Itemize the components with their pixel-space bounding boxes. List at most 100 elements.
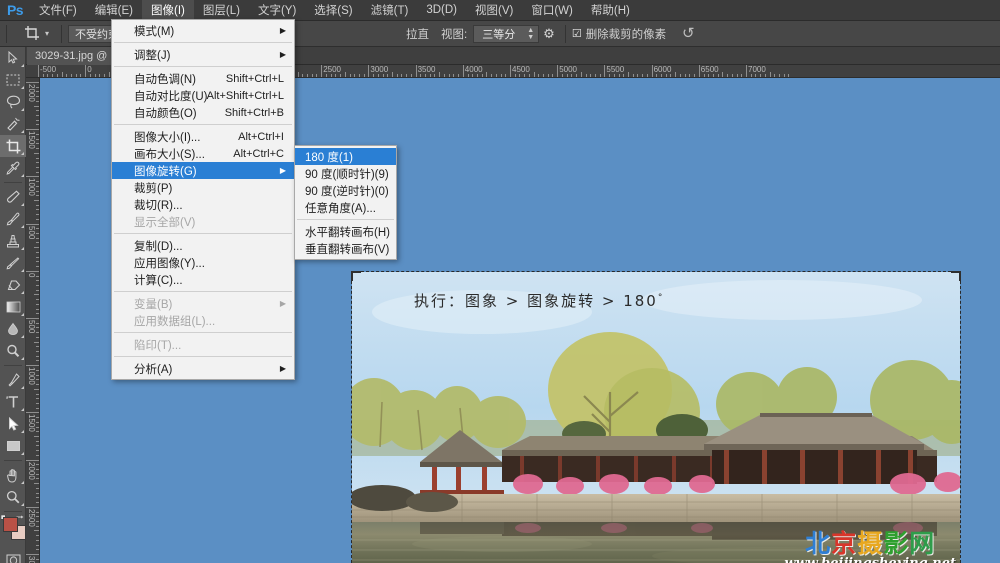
ruler-tick-h — [373, 74, 375, 77]
menu-item-label: 自动对比度(U) — [134, 90, 208, 103]
crop-tool[interactable] — [0, 135, 26, 157]
zoom-tool[interactable] — [0, 486, 26, 508]
menu-item-15[interactable]: 复制(D)... — [112, 237, 294, 254]
menu-filter[interactable]: 滤镜(T) — [362, 0, 418, 21]
submenu-item-1[interactable]: 90 度(顺时针)(9) — [295, 165, 396, 182]
submenu-item-5[interactable]: 水平翻转画布(H) — [295, 223, 396, 240]
image-rotation-submenu[interactable]: 180 度(1) 90 度(顺时针)(9) 90 度(逆时针)(0) 任意角度(A).… — [294, 145, 397, 260]
rectangle-tool[interactable] — [0, 435, 26, 457]
quick-mask-toggle[interactable] — [0, 549, 26, 563]
menu-item-8[interactable]: 图像大小(I)... Alt+Ctrl+I — [112, 128, 294, 145]
ruler-label-h: 4000 — [464, 65, 483, 74]
ruler-tick-h — [344, 72, 346, 77]
history-brush-tool[interactable] — [0, 252, 26, 274]
image-menu-dropdown[interactable]: 模式(M) ▶ 调整(J) ▶ 自动色调(N) Shift+Ctrl+L 自动对比度(U) A… — [111, 19, 295, 380]
ruler-tick-h — [425, 74, 427, 77]
menu-item-shortcut: Alt+Shift+Ctrl+L — [206, 89, 284, 102]
ruler-tick-h — [458, 74, 460, 77]
submenu-item-6[interactable]: 垂直翻转画布(V) — [295, 240, 396, 257]
menu-type[interactable]: 文字(Y) — [249, 0, 305, 21]
submenu-item-0[interactable]: 180 度(1) — [295, 148, 396, 165]
menu-view[interactable]: 视图(V) — [466, 0, 522, 21]
menu-item-label: 显示全部(V) — [134, 216, 196, 229]
menu-item-10[interactable]: 图像旋转(G) ▶ — [112, 162, 294, 179]
lasso-tool[interactable] — [0, 91, 26, 113]
vertical-ruler[interactable]: 2000 1500 1000 500 0 500 1000 1500 2000 2500 3000 — [26, 78, 40, 563]
blur-tool[interactable] — [0, 318, 26, 340]
ruler-tick-v — [36, 218, 39, 220]
brush-tool[interactable] — [0, 208, 26, 230]
crop-icon[interactable] — [21, 24, 43, 44]
menu-item-12[interactable]: 裁切(R)... — [112, 196, 294, 213]
checkmark-icon: ☑ — [571, 28, 582, 40]
menu-item-2[interactable]: 调整(J) ▶ — [112, 46, 294, 63]
menu-help[interactable]: 帮助(H) — [582, 0, 639, 21]
submenu-item-2[interactable]: 90 度(逆时针)(0) — [295, 182, 396, 199]
ruler-tick-v — [36, 511, 39, 513]
path-selection-tool[interactable] — [0, 413, 26, 435]
gear-icon[interactable]: ⚙ — [539, 26, 559, 42]
delete-cropped-pixels-checkbox[interactable]: ☑ 删除裁剪的像素 — [572, 26, 666, 42]
tool-corner-marker — [21, 357, 24, 360]
ruler-tick-h — [514, 74, 516, 77]
ruler-label-v: 1000 — [27, 367, 36, 385]
color-swatches[interactable] — [0, 515, 26, 545]
submenu-separator — [297, 219, 394, 220]
ruler-tick-v — [36, 544, 39, 546]
pen-tool[interactable] — [0, 369, 26, 391]
straighten-button[interactable]: 拉直 — [400, 26, 435, 42]
spot-healing-brush-tool[interactable] — [0, 186, 26, 208]
menu-item-16[interactable]: 应用图像(Y)... — [112, 254, 294, 271]
ruler-tick-h — [524, 74, 526, 77]
tool-corner-marker — [21, 386, 24, 389]
quick-selection-tool[interactable] — [0, 113, 26, 135]
clone-stamp-tool[interactable] — [0, 230, 26, 252]
menu-item-label: 图像旋转(G) — [134, 165, 197, 178]
ruler-tick-h — [764, 74, 766, 77]
ruler-tick-h — [89, 74, 91, 77]
menu-layer[interactable]: 图层(L) — [194, 0, 249, 21]
menu-image[interactable]: 图像(I) — [142, 0, 194, 21]
eraser-tool[interactable] — [0, 274, 26, 296]
dodge-tool[interactable] — [0, 340, 26, 362]
menu-select[interactable]: 选择(S) — [305, 0, 361, 21]
eyedropper-tool[interactable] — [0, 157, 26, 179]
menu-separator — [114, 291, 292, 292]
document-image[interactable]: 执行：图象 > 图象旋转 > 180° 北京摄影网 www.beijingshe… — [352, 272, 960, 563]
crop-overlay-select[interactable]: 三等分 ▲ ▼ — [473, 24, 540, 43]
menu-item-6[interactable]: 自动颜色(O) Shift+Ctrl+B — [112, 104, 294, 121]
ruler-tick-h — [80, 74, 82, 77]
menu-window[interactable]: 窗口(W) — [522, 0, 582, 21]
hand-tool[interactable] — [0, 464, 26, 486]
ruler-tick-h — [429, 74, 431, 77]
menu-item-9[interactable]: 画布大小(S)... Alt+Ctrl+C — [112, 145, 294, 162]
tool-corner-marker — [21, 86, 24, 89]
reset-icon[interactable]: ↺ — [682, 24, 695, 42]
menu-item-0[interactable]: 模式(M) ▶ — [112, 22, 294, 39]
ruler-tick-h — [736, 74, 738, 77]
foreground-color-swatch[interactable] — [3, 517, 18, 532]
gradient-tool[interactable] — [0, 296, 26, 318]
ruler-tick-v — [36, 261, 39, 263]
crop-preset-caret[interactable]: ▾ — [45, 29, 49, 38]
move-tool[interactable] — [0, 47, 26, 69]
ruler-tick-v — [36, 115, 39, 117]
ruler-tick-h — [368, 65, 370, 77]
menu-item-17[interactable]: 计算(C)... — [112, 271, 294, 288]
menu-item-shortcut: Alt+Ctrl+C — [233, 147, 284, 160]
menu-item-11[interactable]: 裁剪(P) — [112, 179, 294, 196]
ruler-tick-v — [26, 318, 39, 319]
menu-file[interactable]: 文件(F) — [30, 0, 86, 21]
menu-item-24[interactable]: 分析(A) ▶ — [112, 360, 294, 377]
tool-corner-marker — [21, 174, 24, 177]
rectangular-marquee-tool[interactable] — [0, 69, 26, 91]
ruler-label-v: 500 — [27, 225, 36, 239]
menu-item-5[interactable]: 自动对比度(U) Alt+Shift+Ctrl+L — [112, 87, 294, 104]
menu-item-4[interactable]: 自动色调(N) Shift+Ctrl+L — [112, 70, 294, 87]
ruler-tick-v — [36, 478, 39, 480]
menu-3d[interactable]: 3D(D) — [417, 0, 466, 21]
submenu-item-3[interactable]: 任意角度(A)... — [295, 199, 396, 216]
menu-edit[interactable]: 编辑(E) — [86, 0, 142, 21]
horizontal-type-tool[interactable] — [0, 391, 26, 413]
ruler-tick-h — [628, 72, 629, 77]
